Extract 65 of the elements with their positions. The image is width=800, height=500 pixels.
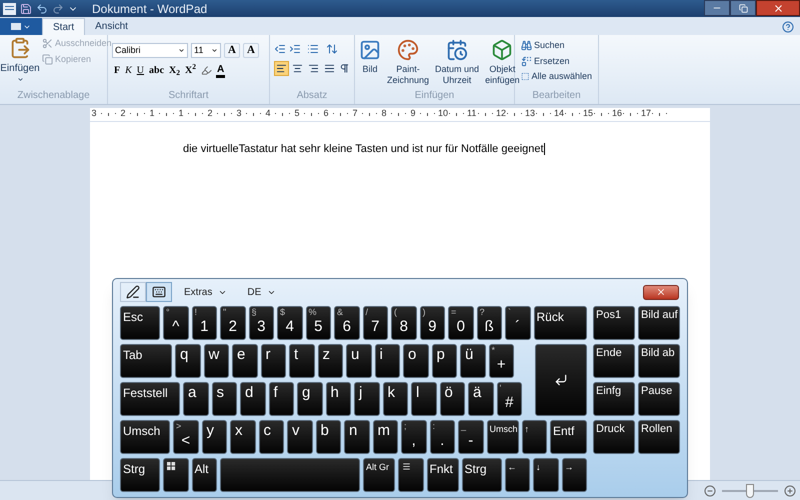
window-title: Dokument - WordPad [92,0,208,18]
ruler-number: 17 [641,107,649,120]
shift-character: _ [460,421,468,432]
key-character: < [180,432,192,450]
shift-character: > [175,421,182,432]
shift-character: ( [393,307,398,318]
key-character: - [467,432,474,450]
group-title: Absatz [296,89,328,103]
ruler-number: 10 [438,107,446,120]
key-character: 6 [342,318,352,336]
group-title: Zwischenablage [16,89,91,103]
ruler-number: 16 [612,107,620,120]
document-text: die virtuelleTastatur hat sehr kleine Tasten und ist nur für Notfälle geeignet [183,143,545,155]
key-character: . [439,432,446,450]
key-character: 1 [199,318,210,336]
key-character: 9 [427,318,438,336]
key-character: , [410,432,417,450]
shift-character: % [308,307,318,318]
key-character: 3 [256,318,266,336]
key-character: 7 [370,318,380,336]
group-title: Bearbeiten [531,89,582,103]
key-character: + [496,356,507,374]
shift-character: ° [165,307,171,318]
key-character: 2 [228,318,238,336]
ruler-number: 5 [293,107,300,120]
ruler-number: 12 [496,107,504,120]
key-character: ´ [514,318,522,336]
ruler-number: 14 [554,107,562,120]
ruler-number: 8 [380,107,388,120]
ruler-number: 1 [148,107,156,120]
ruler-number: 2 [119,107,126,120]
shift-character: * [490,345,496,356]
key-character: 8 [398,318,409,336]
shift-character: ) [422,307,426,318]
shift-character: ' [498,383,502,394]
ruler-number: 15 [583,107,591,120]
key-character: ß [484,318,495,336]
ruler-number: 6 [322,107,330,120]
key-character: 5 [313,318,324,336]
ruler-number: 11 [467,107,475,120]
key-character: # [504,394,514,412]
key-character: 4 [284,318,295,336]
group-title: Schriftart [167,89,210,103]
ruler-number: 7 [351,107,358,120]
shift-character: ` [507,307,512,318]
key-character: 0 [456,318,466,336]
shift-character: : [432,421,436,432]
ruler-number: 9 [409,107,416,120]
shift-character: $ [279,307,286,318]
shift-character: ; [403,421,408,432]
ruler-number: 2 [206,107,214,120]
shift-character: ! [194,307,198,318]
ruler-number: 4 [264,107,272,120]
shift-character: ? [478,307,486,318]
ruler-number: 1 [177,107,184,120]
ruler-number: 13 [525,107,533,120]
ruler-number: 3 [90,107,98,120]
shift-character: = [450,307,458,318]
ruler-number: 3 [235,107,242,120]
shift-character: " [222,307,228,318]
group-title: Einfügen [414,89,456,103]
key-character: ^ [171,318,180,336]
shift-character: & [336,307,344,318]
shift-character: / [364,307,370,318]
shift-character: § [250,307,258,318]
